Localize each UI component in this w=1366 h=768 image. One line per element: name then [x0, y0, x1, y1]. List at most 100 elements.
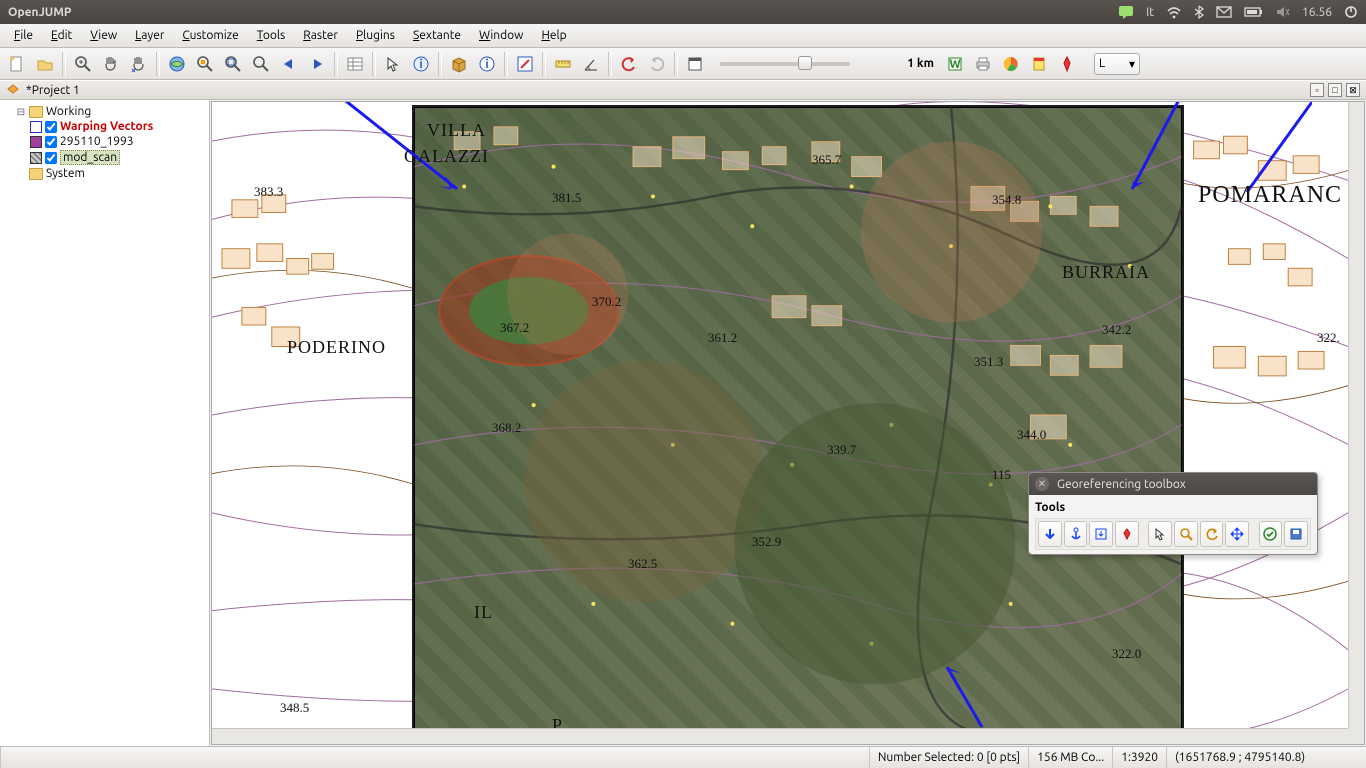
tray-volume-icon[interactable] [1276, 6, 1290, 18]
tray-mail-icon[interactable] [1216, 6, 1232, 18]
info-button[interactable]: i [408, 51, 434, 77]
tree-category-working[interactable]: ⊟ Working [16, 104, 207, 119]
menu-bar: File Edit View Layer Customize Tools Ras… [0, 24, 1366, 48]
zoom-realtime-button[interactable] [248, 51, 274, 77]
layer-swatch [30, 136, 42, 148]
scale-slider[interactable] [720, 62, 850, 66]
layer-tree[interactable]: ⊟ Working Warping Vectors 295110_1993 [0, 100, 210, 746]
menu-plugins[interactable]: Plugins [348, 27, 403, 44]
tree-layer-modscan[interactable]: mod_scan [30, 149, 207, 166]
zoom-next-button[interactable] [304, 51, 330, 77]
iconify-button[interactable]: ▫ [1310, 83, 1324, 97]
georeferencing-toolbox[interactable]: ✕ Georeferencing toolbox Tools [1028, 472, 1318, 555]
menu-raster[interactable]: Raster [295, 27, 346, 44]
pan-button[interactable] [98, 51, 124, 77]
zoom-prev-button[interactable] [276, 51, 302, 77]
layer-visible-checkbox[interactable] [45, 121, 57, 133]
separator [1251, 521, 1256, 547]
tree-layer-295110[interactable]: 295110_1993 [30, 134, 207, 149]
georef-move-button[interactable] [1225, 521, 1249, 547]
select-button[interactable] [380, 51, 406, 77]
menu-view[interactable]: View [82, 27, 125, 44]
close-project-button[interactable]: ⊠ [1346, 83, 1360, 97]
menu-tools[interactable]: Tools [249, 27, 294, 44]
aerial-vector-overlay [414, 107, 1182, 731]
menu-window[interactable]: Window [471, 27, 531, 44]
georef-titlebar[interactable]: ✕ Georeferencing toolbox [1029, 473, 1317, 495]
super-pan-button[interactable] [126, 51, 152, 77]
show-info-button[interactable]: i [474, 51, 500, 77]
attribute-table-button[interactable] [342, 51, 368, 77]
layer-combo[interactable]: L ▾ [1094, 53, 1140, 75]
tray-battery-icon[interactable] [1244, 6, 1264, 18]
redo-button[interactable] [644, 51, 670, 77]
map-canvas[interactable]: VILLA GALAZZI PODERINO POMARANC BURRAIA … [211, 101, 1365, 745]
georef-save-button[interactable] [1284, 521, 1308, 547]
tray-chat-icon[interactable] [1118, 5, 1134, 19]
horizontal-scrollbar[interactable] [212, 728, 1348, 744]
close-icon[interactable]: ✕ [1035, 477, 1049, 491]
output-window-button[interactable] [682, 51, 708, 77]
tree-label: Warping Vectors [60, 120, 153, 133]
fit-layer-button[interactable] [220, 51, 246, 77]
georef-zoom-button[interactable] [1174, 521, 1198, 547]
status-memory[interactable]: 156 MB Co... [1028, 747, 1112, 768]
georef-anchor-button[interactable] [1064, 521, 1088, 547]
project-title: *Project 1 [26, 84, 80, 97]
style-button[interactable] [1054, 51, 1080, 77]
fit-selection-button[interactable] [192, 51, 218, 77]
vertical-scrollbar[interactable] [1348, 102, 1364, 728]
status-scale[interactable]: 1:3920 [1112, 747, 1166, 768]
tree-layer-warping[interactable]: Warping Vectors [30, 119, 207, 134]
main-area: ⊟ Working Warping Vectors 295110_1993 [0, 100, 1366, 746]
warp-arrow [337, 101, 467, 204]
print-button[interactable] [970, 51, 996, 77]
package-button[interactable] [446, 51, 472, 77]
status-selection: Number Selected: 0 [0 pts] [869, 747, 1028, 768]
svg-text:i: i [419, 58, 422, 71]
georef-arrow-down-button[interactable] [1038, 521, 1062, 547]
layer-visible-checkbox[interactable] [45, 152, 57, 164]
tray-clock[interactable]: 16.56 [1302, 6, 1332, 19]
maximize-button[interactable]: □ [1328, 83, 1342, 97]
georef-arrow-box-button[interactable] [1089, 521, 1113, 547]
layer-swatch [30, 121, 42, 133]
measure-angle-button[interactable] [578, 51, 604, 77]
svg-text:W: W [949, 58, 961, 71]
menu-customize[interactable]: Customize [174, 27, 246, 44]
menu-edit[interactable]: Edit [43, 27, 80, 44]
zoom-in-button[interactable] [70, 51, 96, 77]
tree-toggle-icon[interactable] [16, 168, 26, 179]
georef-pin-button[interactable] [1115, 521, 1139, 547]
open-button[interactable] [32, 51, 58, 77]
status-spacer [0, 747, 869, 768]
tray-bluetooth-icon[interactable] [1194, 5, 1204, 19]
project-icon [6, 83, 20, 98]
tray-power-icon[interactable] [1344, 5, 1358, 19]
status-bar: Number Selected: 0 [0 pts] 156 MB Co... … [0, 746, 1366, 768]
edit-geom-button[interactable] [512, 51, 538, 77]
layer-visible-checkbox[interactable] [45, 136, 57, 148]
database-button[interactable] [1026, 51, 1052, 77]
menu-help[interactable]: Help [533, 27, 574, 44]
tree-toggle-icon[interactable]: ⊟ [16, 106, 26, 118]
new-button[interactable] [4, 51, 30, 77]
measure-button[interactable] [550, 51, 576, 77]
zoom-full-button[interactable] [164, 51, 190, 77]
georef-rotate-button[interactable] [1200, 521, 1224, 547]
undo-button[interactable] [616, 51, 642, 77]
menu-file[interactable]: File [6, 27, 41, 44]
scale-slider-thumb[interactable] [798, 56, 812, 70]
tray-wifi-icon[interactable] [1166, 5, 1182, 19]
chart-button[interactable] [998, 51, 1024, 77]
svg-text:i: i [485, 58, 488, 71]
plugin-button-1[interactable]: W [942, 51, 968, 77]
georef-select-button[interactable] [1148, 521, 1172, 547]
tree-category-system[interactable]: System [16, 166, 207, 181]
tray-lang[interactable]: It [1146, 6, 1154, 19]
georef-apply-button[interactable] [1259, 521, 1283, 547]
separator [372, 52, 376, 76]
separator [156, 52, 160, 76]
menu-sextante[interactable]: Sextante [405, 27, 469, 44]
menu-layer[interactable]: Layer [127, 27, 172, 44]
